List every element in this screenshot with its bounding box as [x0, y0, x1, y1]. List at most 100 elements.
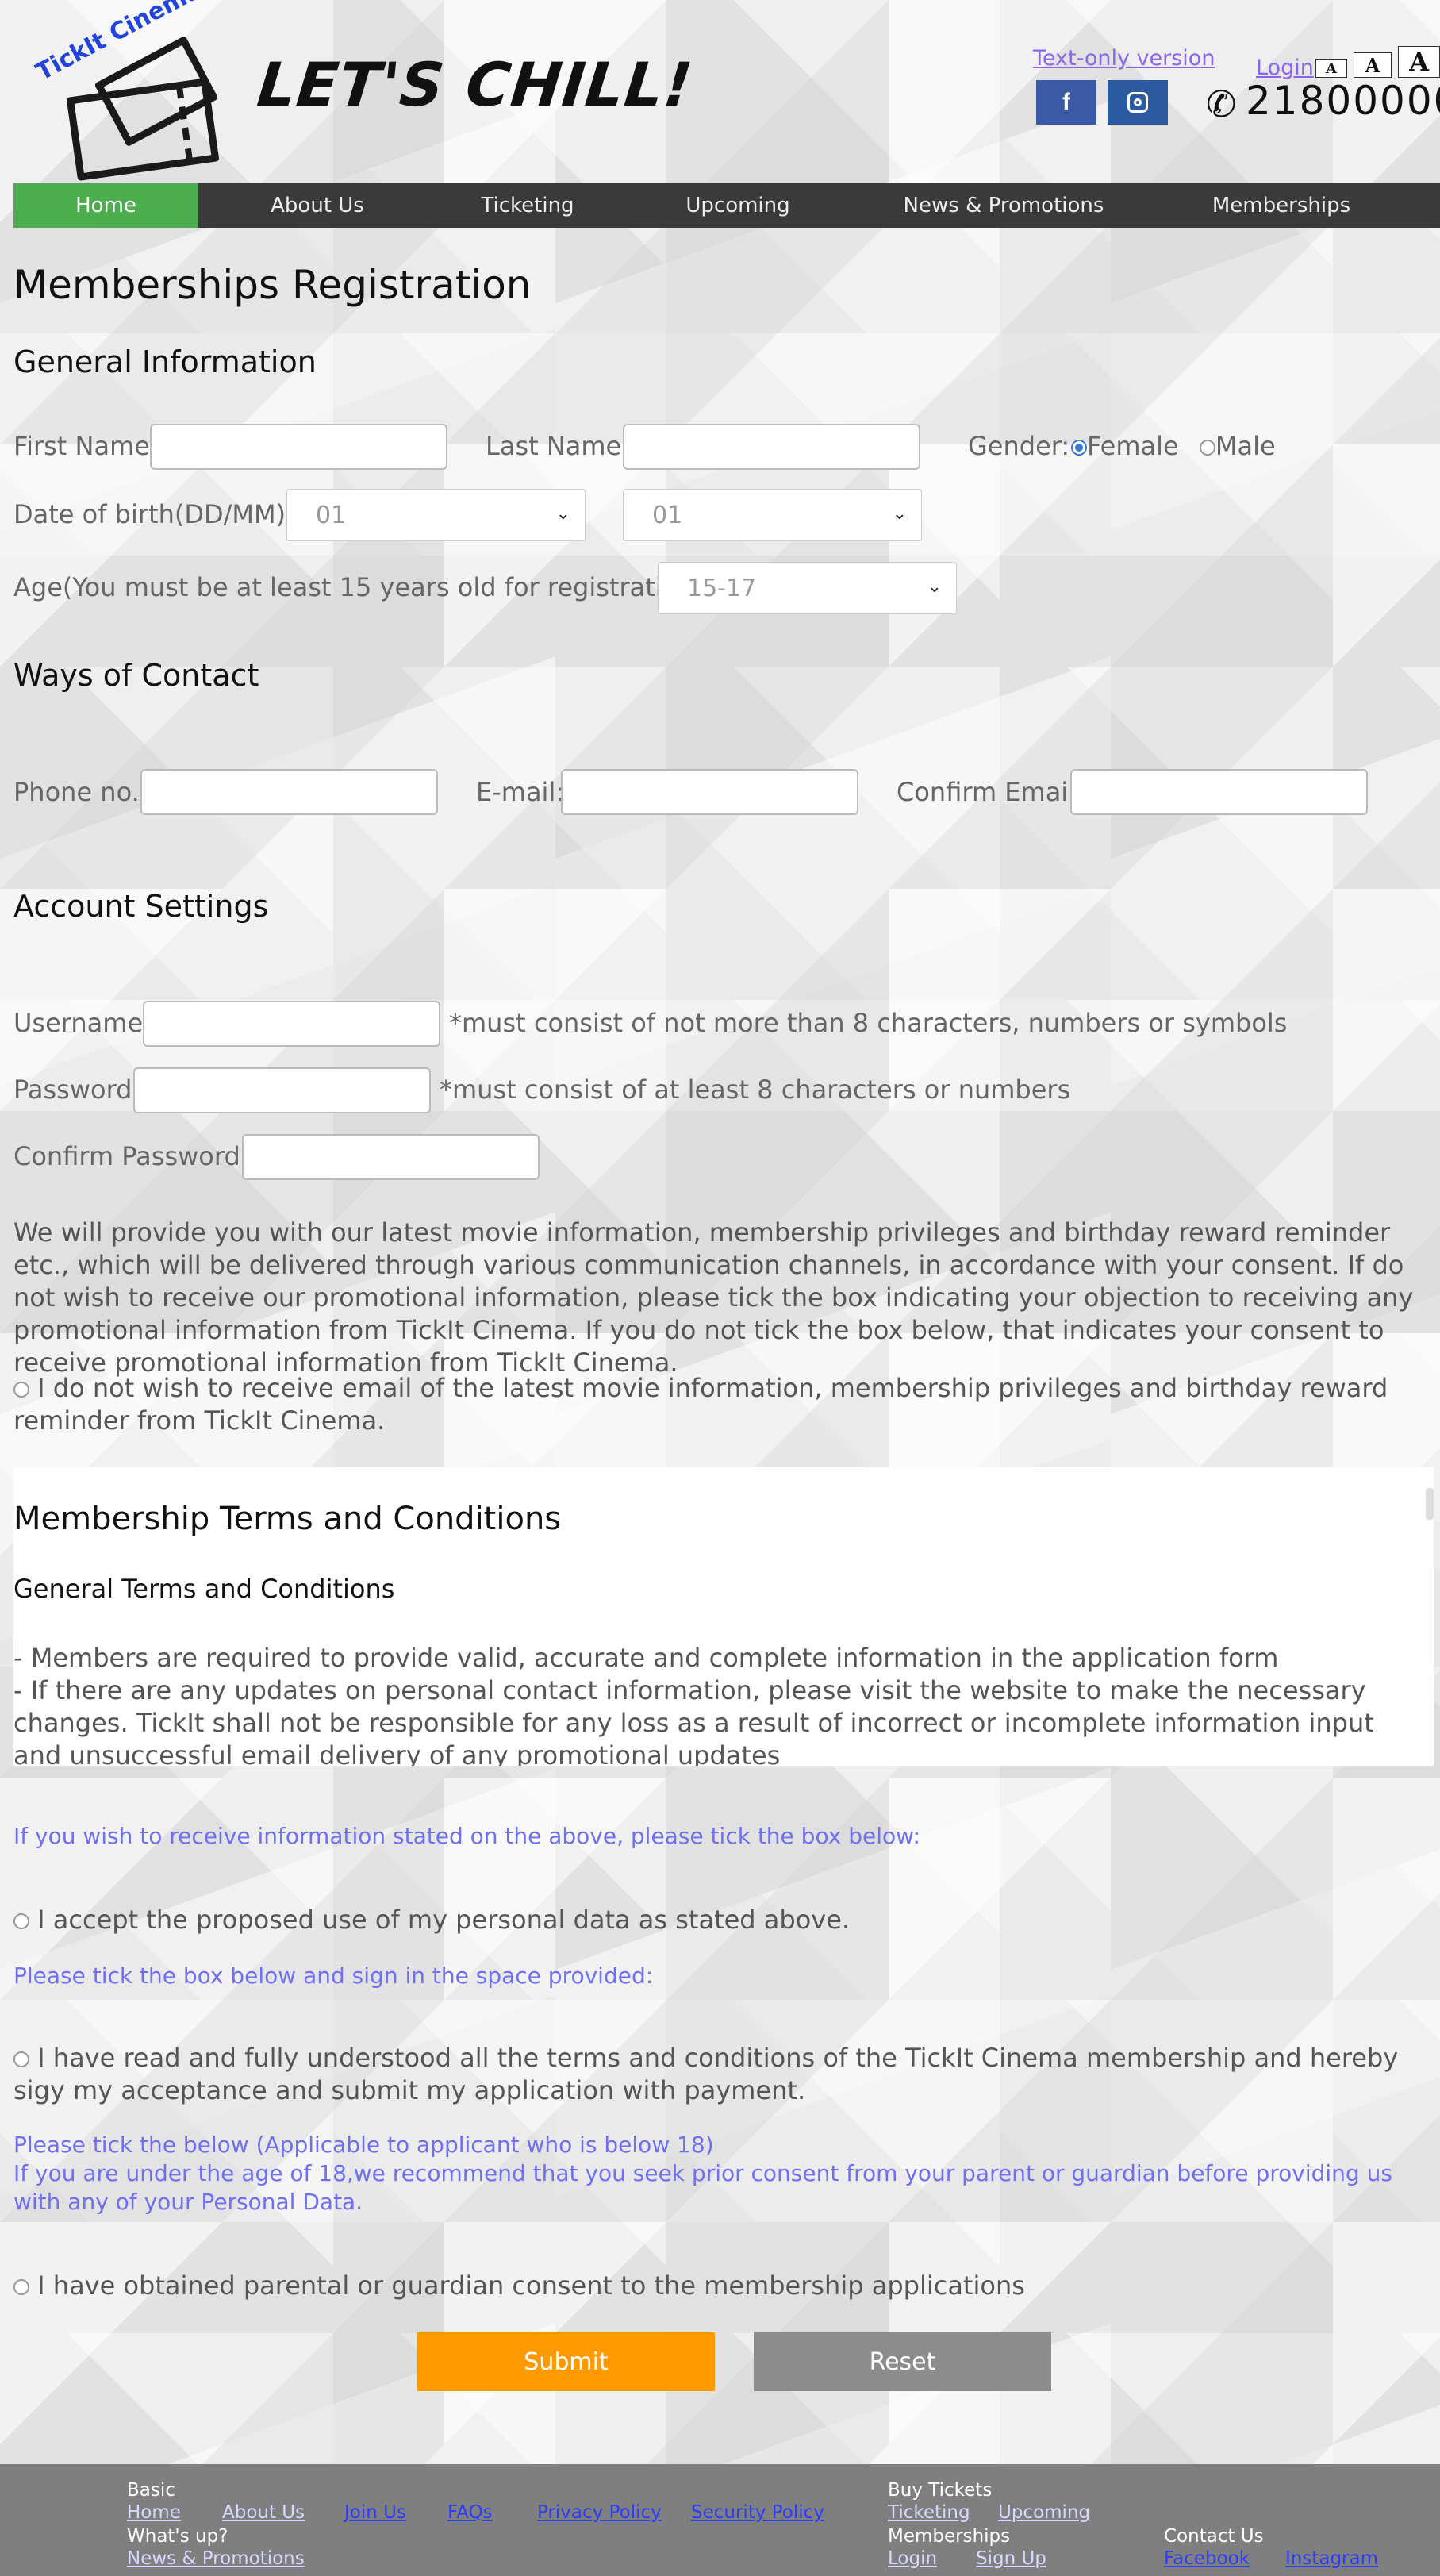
email-label: E-mail:	[476, 777, 565, 807]
slogan: LET'S CHILL!	[254, 49, 697, 120]
no-email-option: I do not wish to receive email of the la…	[13, 1372, 1438, 1437]
contact-heading: Ways of Contact	[13, 658, 259, 693]
footer-link-join-us[interactable]: Join Us	[344, 2502, 406, 2523]
accept-data-checkbox[interactable]	[13, 1913, 29, 1929]
instagram-button[interactable]	[1108, 80, 1168, 125]
note-sign: Please tick the box below and sign in th…	[13, 1963, 654, 1989]
username-hint: *must consist of not more than 8 charact…	[449, 1008, 1288, 1038]
dob-day-select[interactable]: 01 ⌄	[286, 489, 586, 541]
font-size-large-button[interactable]: A	[1398, 46, 1440, 78]
footer-link-privacy-policy[interactable]: Privacy Policy	[537, 2502, 662, 2523]
main-nav: Home About Us Ticketing Upcoming News & …	[13, 183, 1440, 228]
submit-button[interactable]: Submit	[417, 2332, 715, 2391]
gender-radio-group: Female Male	[1071, 431, 1276, 461]
password-input[interactable]	[133, 1067, 431, 1113]
age-value: 15-17	[687, 574, 757, 602]
accept-terms-option: I have read and fully understood all the…	[13, 2042, 1438, 2107]
terms-scrollbar[interactable]	[1426, 1488, 1434, 1520]
ticket-icon-front	[66, 77, 220, 182]
first-name-input[interactable]	[150, 424, 447, 470]
footer-basic-heading: Basic	[127, 2480, 175, 2501]
accept-data-option: I accept the proposed use of my personal…	[13, 1904, 1438, 1936]
footer-contact-heading: Contact Us	[1164, 2526, 1264, 2547]
footer-link-news-promotions[interactable]: News & Promotions	[127, 2548, 305, 2569]
note-under18-line1: Please tick the below (Applicable to app…	[13, 2132, 714, 2158]
dob-month-select[interactable]: 01 ⌄	[623, 489, 922, 541]
footer-buy-heading: Buy Tickets	[888, 2480, 993, 2501]
account-heading: Account Settings	[13, 889, 269, 924]
accept-terms-text: I have read and fully understood all the…	[13, 2043, 1399, 2105]
username-input[interactable]	[143, 1001, 440, 1047]
dob-label: Date of birth(DD/MM):	[13, 499, 294, 529]
terms-box[interactable]: Membership Terms and Conditions General …	[13, 1467, 1434, 1766]
nav-home[interactable]: Home	[13, 183, 198, 228]
parental-consent-text: I have obtained parental or guardian con…	[37, 2270, 1025, 2301]
confirm-email-label: Confirm Email:	[897, 777, 1084, 807]
chevron-down-icon: ⌄	[555, 504, 570, 524]
footer-link-home[interactable]: Home	[127, 2502, 181, 2523]
footer-link-security-policy[interactable]: Security Policy	[691, 2502, 824, 2523]
footer-link-facebook[interactable]: Facebook	[1164, 2548, 1250, 2569]
nav-upcoming[interactable]: Upcoming	[619, 183, 857, 228]
phone-icon: ✆	[1206, 83, 1237, 125]
phone-input[interactable]	[140, 769, 438, 815]
instagram-icon	[1127, 92, 1148, 113]
nav-memberships[interactable]: Memberships	[1150, 183, 1412, 228]
footer-link-ticketing[interactable]: Ticketing	[888, 2502, 970, 2523]
gender-label: Gender:	[968, 431, 1070, 461]
login-link[interactable]: Login	[1256, 56, 1314, 80]
last-name-input[interactable]	[623, 424, 920, 470]
chevron-down-icon: ⌄	[892, 504, 907, 524]
logo[interactable]: TickIt Cinema	[17, 0, 220, 182]
dob-day-value: 01	[316, 501, 347, 529]
footer-link-faqs[interactable]: FAQs	[447, 2502, 493, 2523]
age-select[interactable]: 15-17 ⌄	[658, 562, 957, 614]
nav-about-us[interactable]: About Us	[198, 183, 436, 228]
username-label: Username:	[13, 1008, 152, 1038]
accept-terms-checkbox[interactable]	[13, 2051, 29, 2067]
promo-paragraph: We will provide you with our latest movi…	[13, 1217, 1414, 1378]
confirm-password-label: Confirm Password :	[13, 1141, 257, 1171]
text-only-link[interactable]: Text-only version	[1033, 46, 1215, 71]
gender-male-label: Male	[1215, 431, 1276, 461]
password-hint: *must consist of at least 8 characters o…	[440, 1075, 1071, 1105]
phone-number: 21800000	[1246, 78, 1440, 124]
general-info-heading: General Information	[13, 344, 317, 379]
footer-link-about-us[interactable]: About Us	[222, 2502, 305, 2523]
password-label: Password:	[13, 1075, 141, 1105]
footer-whats-up-heading: What's up?	[127, 2526, 228, 2547]
dob-month-value: 01	[652, 501, 683, 529]
phone-label: Phone no.:	[13, 777, 148, 807]
note-under18-line2: If you are under the age of 18,we recomm…	[13, 2160, 1392, 2215]
first-name-label: First Name:	[13, 431, 159, 461]
age-label: Age(You must be at least 15 years old fo…	[13, 572, 712, 602]
terms-item: - Members are required to provide valid,…	[13, 1643, 1279, 1673]
note-receive: If you wish to receive information state…	[13, 1823, 920, 1849]
terms-heading: Membership Terms and Conditions	[13, 1501, 562, 1537]
footer-link-upcoming[interactable]: Upcoming	[998, 2502, 1090, 2523]
footer-link-sign-up[interactable]: Sign Up	[976, 2548, 1046, 2569]
last-name-label: Last Name:	[486, 431, 631, 461]
parental-consent-checkbox[interactable]	[13, 2279, 29, 2295]
reset-button[interactable]: Reset	[754, 2332, 1051, 2391]
footer-link-instagram[interactable]: Instagram	[1285, 2548, 1378, 2569]
font-size-small-button[interactable]: A	[1315, 59, 1347, 78]
font-size-medium-button[interactable]: A	[1354, 52, 1392, 78]
accept-data-text: I accept the proposed use of my personal…	[37, 1905, 851, 1935]
nav-ticketing[interactable]: Ticketing	[436, 183, 619, 228]
email-input[interactable]	[561, 769, 858, 815]
terms-subheading: General Terms and Conditions	[13, 1574, 395, 1604]
facebook-icon: f	[1062, 89, 1070, 115]
footer-memberships-heading: Memberships	[888, 2526, 1011, 2547]
nav-news-promotions[interactable]: News & Promotions	[857, 183, 1150, 228]
terms-item: - If there are any updates on personal c…	[13, 1675, 1374, 1766]
gender-female-label: Female	[1087, 431, 1179, 461]
footer-link-login[interactable]: Login	[888, 2548, 937, 2569]
gender-male-radio[interactable]	[1199, 440, 1215, 456]
confirm-password-input[interactable]	[242, 1134, 540, 1180]
confirm-email-input[interactable]	[1070, 769, 1368, 815]
gender-female-radio[interactable]	[1071, 440, 1087, 456]
no-email-checkbox[interactable]	[13, 1382, 29, 1398]
facebook-button[interactable]: f	[1036, 80, 1096, 125]
footer: Basic Home About Us Join Us FAQs Privacy…	[0, 2464, 1440, 2576]
